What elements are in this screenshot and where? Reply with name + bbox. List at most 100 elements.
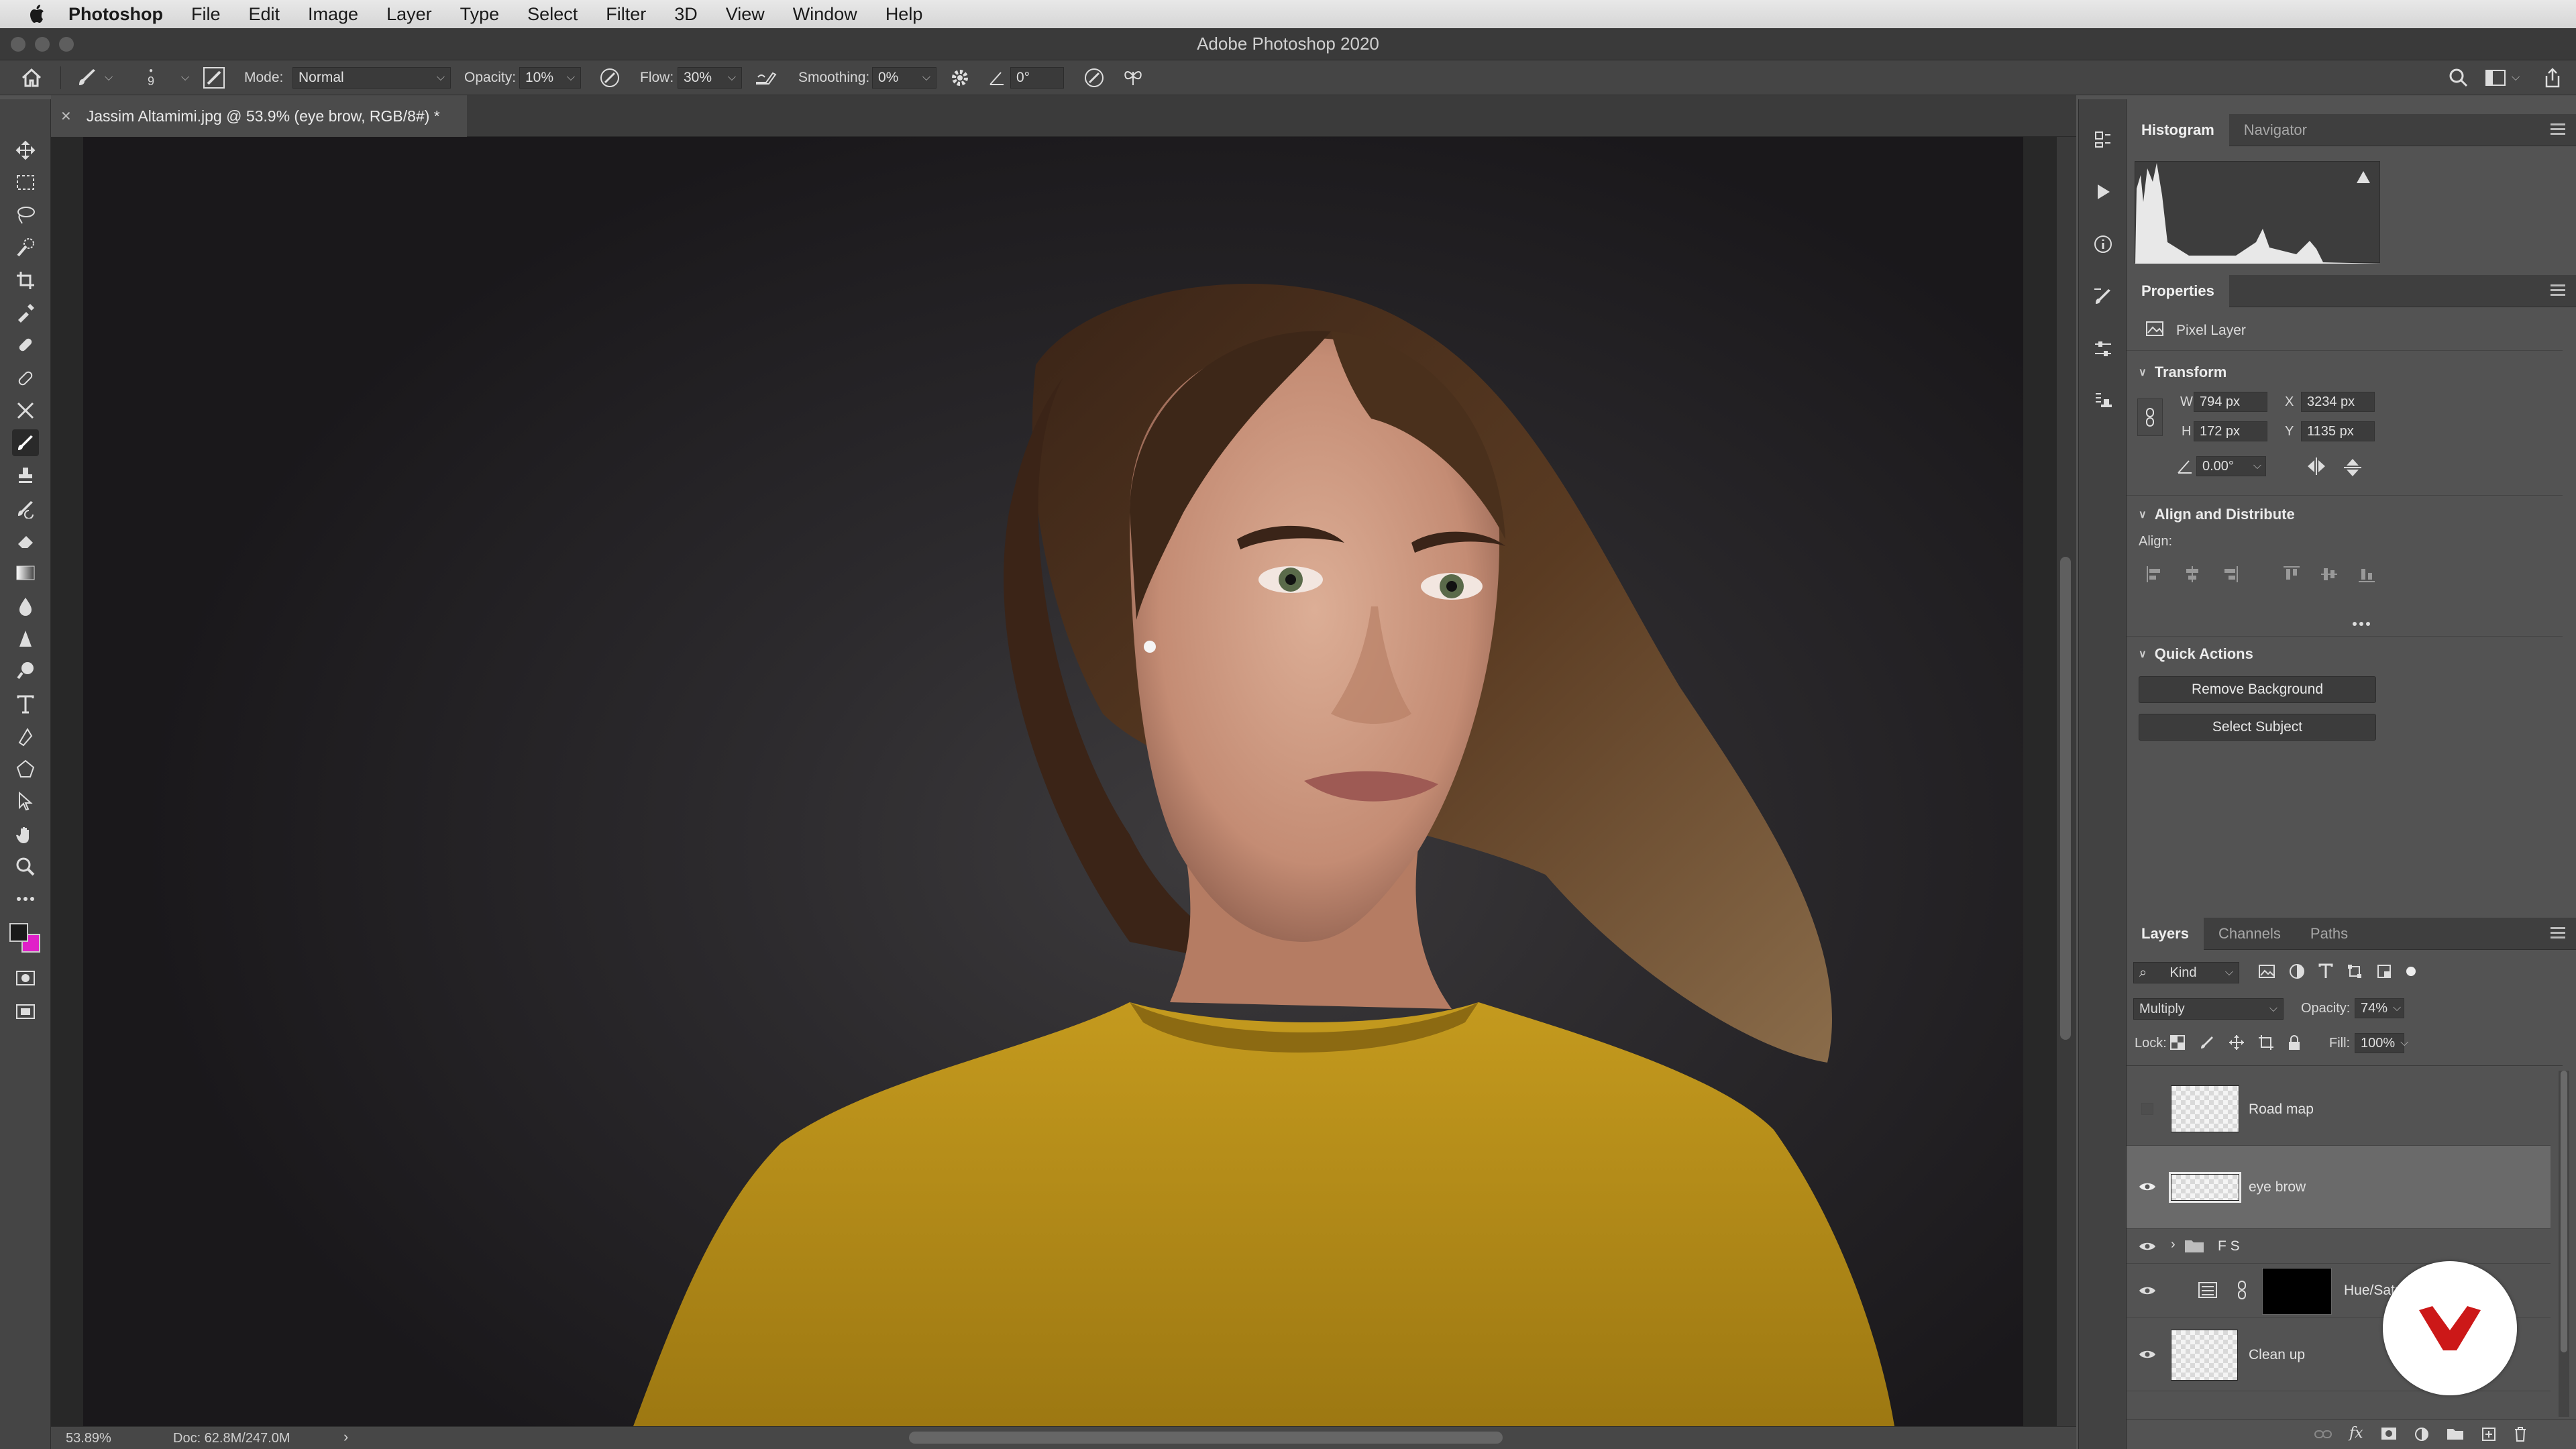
- group-expand-chevron-icon[interactable]: ›: [2171, 1237, 2176, 1252]
- align-distribute-section-header[interactable]: ∨ Align and Distribute: [2139, 506, 2295, 523]
- filter-pixel-icon[interactable]: [2258, 963, 2275, 983]
- layer-fill-field[interactable]: 100% ⌵: [2355, 1033, 2408, 1053]
- gradient-tool-icon[interactable]: [12, 559, 39, 586]
- mask-link-icon[interactable]: [2238, 1280, 2246, 1304]
- layer-row-eye-brow[interactable]: eye brow: [2127, 1146, 2551, 1229]
- brush-angle-field[interactable]: 0°: [1010, 67, 1064, 89]
- eyedropper-tool-icon[interactable]: [12, 299, 39, 326]
- share-icon[interactable]: [2542, 60, 2563, 95]
- apple-icon[interactable]: [25, 3, 48, 25]
- rotation-angle-field[interactable]: 0.00° ⌵: [2196, 456, 2266, 476]
- align-left-edges-icon[interactable]: [2145, 565, 2164, 588]
- filter-type-icon[interactable]: [2318, 963, 2333, 983]
- brush-panel-icon[interactable]: [2091, 284, 2115, 309]
- pressure-opacity-icon[interactable]: [598, 60, 621, 95]
- layer-row-road-map[interactable]: Road map: [2127, 1072, 2551, 1146]
- align-bottom-edges-icon[interactable]: [2357, 565, 2376, 588]
- visibility-eye-icon[interactable]: [2139, 1285, 2156, 1297]
- zoom-level[interactable]: 53.89%: [66, 1431, 111, 1446]
- filter-adjustment-icon[interactable]: [2289, 963, 2305, 983]
- opacity-field[interactable]: 10% ⌵: [519, 67, 581, 89]
- align-horizontal-centers-icon[interactable]: [2183, 565, 2202, 588]
- tab-paths[interactable]: Paths: [2296, 918, 2363, 950]
- screen-mode-icon[interactable]: [12, 998, 39, 1025]
- zoom-window-button[interactable]: [59, 37, 74, 52]
- eraser-tool-icon[interactable]: [12, 527, 39, 554]
- home-icon[interactable]: [20, 60, 43, 95]
- brush-settings-panel-icon[interactable]: [203, 60, 225, 95]
- more-options-icon[interactable]: [2352, 613, 2371, 631]
- visibility-off-icon[interactable]: [2139, 1102, 2156, 1115]
- filter-shape-icon[interactable]: [2347, 963, 2363, 983]
- panel-menu-icon[interactable]: [2551, 927, 2565, 941]
- more-tools-icon[interactable]: [12, 885, 39, 912]
- dodge-tool-icon[interactable]: [12, 625, 39, 652]
- hand-tool-icon[interactable]: [12, 821, 39, 848]
- layers-scroll-thumb[interactable]: [2561, 1071, 2567, 1352]
- move-tool-icon[interactable]: [12, 137, 39, 164]
- panel-menu-icon[interactable]: [2551, 284, 2565, 298]
- document-tab[interactable]: ✕ Jassim Altamimi.jpg @ 53.9% (eye brow,…: [51, 95, 467, 137]
- height-field[interactable]: 172 px: [2194, 421, 2267, 441]
- layer-opacity-field[interactable]: 74% ⌵: [2355, 998, 2404, 1018]
- brush-tool-icon[interactable]: [12, 429, 39, 456]
- adjustments-panel-icon[interactable]: [2091, 337, 2115, 361]
- marquee-tool-icon[interactable]: [12, 169, 39, 196]
- shape-tool-icon[interactable]: [12, 755, 39, 782]
- type-tool-icon[interactable]: [12, 691, 39, 718]
- lock-all-icon[interactable]: [2288, 1034, 2301, 1055]
- menu-file[interactable]: File: [191, 4, 221, 25]
- symmetry-butterfly-icon[interactable]: [1122, 60, 1144, 95]
- flow-field[interactable]: 30% ⌵: [678, 67, 742, 89]
- clone-source-icon[interactable]: [2091, 389, 2115, 413]
- menu-filter[interactable]: Filter: [606, 4, 646, 25]
- workspace-switcher-icon[interactable]: ⌵: [2485, 60, 2520, 95]
- link-dimensions-icon[interactable]: [2137, 398, 2163, 436]
- flip-horizontal-icon[interactable]: [2305, 456, 2328, 480]
- lock-transparent-pixels-icon[interactable]: [2169, 1034, 2186, 1055]
- menu-image[interactable]: Image: [308, 4, 358, 25]
- tab-properties[interactable]: Properties: [2127, 274, 2229, 307]
- menu-layer[interactable]: Layer: [386, 4, 432, 25]
- horizontal-scroll-thumb[interactable]: [909, 1432, 1503, 1444]
- new-layer-icon[interactable]: [2481, 1427, 2496, 1446]
- pen-tool-icon[interactable]: [12, 657, 39, 684]
- healing-brush-tool-icon[interactable]: [12, 365, 39, 392]
- menu-type[interactable]: Type: [460, 4, 500, 25]
- lock-artboard-icon[interactable]: [2258, 1034, 2274, 1055]
- history-brush-tool-icon[interactable]: [12, 495, 39, 522]
- pressure-size-icon[interactable]: [1083, 60, 1106, 95]
- smoothing-settings-gear-icon[interactable]: [950, 60, 970, 95]
- menu-app-name[interactable]: Photoshop: [68, 4, 163, 25]
- close-window-button[interactable]: [11, 37, 25, 52]
- layer-blend-mode-select[interactable]: Multiply ⌵: [2133, 998, 2284, 1020]
- blur-tool-icon[interactable]: [12, 593, 39, 620]
- transform-section-header[interactable]: ∨ Transform: [2139, 364, 2226, 381]
- quick-selection-tool-icon[interactable]: [12, 233, 39, 260]
- minimize-window-button[interactable]: [35, 37, 50, 52]
- brush-tool-preset-icon[interactable]: ⌵: [75, 60, 113, 95]
- layers-scrollbar[interactable]: [2559, 1071, 2569, 1417]
- tab-channels[interactable]: Channels: [2204, 918, 2296, 950]
- brush-size-picker[interactable]: ● 9: [148, 60, 154, 95]
- warning-icon[interactable]: [2357, 171, 2370, 183]
- tab-histogram[interactable]: Histogram: [2127, 113, 2229, 146]
- new-group-folder-icon[interactable]: [2447, 1427, 2464, 1446]
- layer-effects-fx-icon[interactable]: fx: [2349, 1426, 2363, 1446]
- foreground-color-swatch[interactable]: [9, 923, 28, 942]
- zoom-tool-icon[interactable]: [12, 853, 39, 880]
- lock-position-icon[interactable]: [2229, 1034, 2245, 1055]
- airbrush-icon[interactable]: [754, 60, 778, 95]
- brush-angle-icon[interactable]: [987, 60, 1006, 95]
- tab-layers[interactable]: Layers: [2127, 917, 2204, 950]
- tab-navigator[interactable]: Navigator: [2229, 114, 2322, 146]
- lock-image-pixels-icon[interactable]: [2199, 1034, 2215, 1055]
- filter-toggle-icon[interactable]: [2406, 963, 2416, 983]
- canvas-area[interactable]: [51, 137, 2076, 1426]
- blend-mode-select[interactable]: Normal ⌵: [292, 67, 451, 89]
- new-adjustment-layer-icon[interactable]: [2414, 1427, 2429, 1446]
- visibility-eye-icon[interactable]: [2139, 1181, 2156, 1193]
- actions-play-icon[interactable]: [2091, 180, 2115, 204]
- status-menu-chevron-icon[interactable]: ›: [343, 1428, 348, 1446]
- select-subject-button[interactable]: Select Subject: [2139, 714, 2376, 741]
